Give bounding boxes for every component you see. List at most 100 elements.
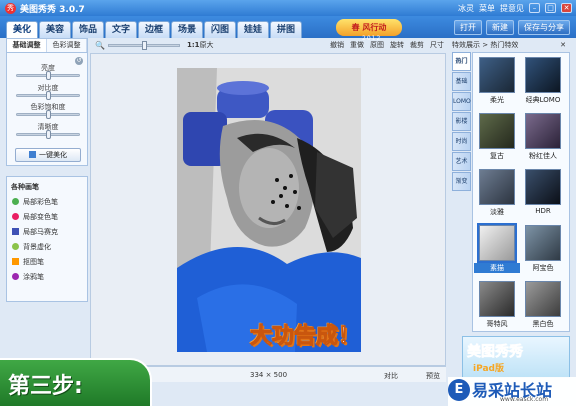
effect-thumbnail[interactable] bbox=[525, 281, 561, 317]
effect-thumbnail[interactable] bbox=[479, 113, 515, 149]
close-button[interactable]: ✕ bbox=[561, 3, 572, 13]
tool-buttons: 撤销 重做 原图 旋转 裁剪 尺寸 bbox=[330, 40, 446, 50]
tab-text[interactable]: 文字 bbox=[105, 21, 137, 38]
menu-link[interactable]: 菜单 bbox=[479, 3, 495, 14]
tab-scene[interactable]: 场景 bbox=[171, 21, 203, 38]
contrast-slider[interactable] bbox=[16, 91, 80, 100]
effect-label[interactable]: 淡雅 bbox=[474, 207, 520, 217]
photo-illustration bbox=[177, 68, 361, 352]
tab-flash[interactable]: 闪图 bbox=[204, 21, 236, 38]
effect-thumbnail[interactable] bbox=[525, 225, 561, 261]
pen-mosaic[interactable]: 局部马赛克 bbox=[7, 224, 87, 239]
category-hot[interactable]: 热门 bbox=[452, 52, 471, 71]
pen-background-blur[interactable]: 背景虚化 bbox=[7, 239, 87, 254]
category-basic[interactable]: 基础 bbox=[452, 72, 471, 91]
actual-size-ratio[interactable]: 1:1 bbox=[187, 41, 200, 49]
effect-thumbnail[interactable] bbox=[477, 223, 517, 263]
rotate-button[interactable]: 旋转 bbox=[390, 40, 404, 50]
pen-cutout[interactable]: 抠图笔 bbox=[7, 254, 87, 269]
feedback-link[interactable]: 提意见 bbox=[500, 3, 524, 14]
redo-button[interactable]: 重做 bbox=[350, 40, 364, 50]
effect-thumbnail[interactable] bbox=[479, 281, 515, 317]
close-effects-icon[interactable]: ✕ bbox=[560, 38, 566, 52]
app-window: 秀 美图秀秀 3.0.7 冰灵 菜单 提意见 – □ ✕ 美化 美容 饰品 文字… bbox=[0, 0, 576, 406]
ipad-ad-banner[interactable]: 美图秀秀 iPad版 bbox=[462, 336, 570, 378]
effect-label[interactable]: 经典LOMO bbox=[520, 95, 566, 105]
step-banner: 第三步: bbox=[0, 358, 152, 406]
tab-color-adjust[interactable]: 色彩调整 bbox=[47, 39, 87, 52]
app-logo-icon: 秀 bbox=[5, 2, 16, 14]
tab-basic-adjust[interactable]: 基础调整 bbox=[7, 39, 47, 52]
category-gradient[interactable]: 渐变 bbox=[452, 172, 471, 191]
tab-beautify[interactable]: 美化 bbox=[6, 21, 38, 38]
category-fashion[interactable]: 时尚 bbox=[452, 132, 471, 151]
open-button[interactable]: 打开 bbox=[454, 20, 482, 35]
effect-thumbnail[interactable] bbox=[525, 57, 561, 93]
save-share-button[interactable]: 保存与分享 bbox=[518, 20, 570, 35]
main-tabs: 美化 美容 饰品 文字 边框 场景 闪图 娃娃 拼图 春 风行动 2012 打开… bbox=[0, 16, 576, 42]
sharpness-knob[interactable] bbox=[46, 130, 51, 139]
crop-button[interactable]: 裁剪 bbox=[410, 40, 424, 50]
undo-button[interactable]: 撤销 bbox=[330, 40, 344, 50]
header-actions: 打开 新建 保存与分享 bbox=[454, 20, 570, 35]
step-banner-text: 第三步: bbox=[8, 374, 83, 399]
effect-label[interactable]: 黑白色 bbox=[520, 319, 566, 329]
compare-button[interactable]: 对比 bbox=[384, 371, 398, 381]
image-dimensions: 334 × 500 bbox=[250, 371, 288, 379]
blur-icon bbox=[12, 243, 19, 250]
title-bar: 秀 美图秀秀 3.0.7 冰灵 菜单 提意见 – □ ✕ bbox=[0, 0, 576, 16]
category-studio[interactable]: 影楼 bbox=[452, 112, 471, 131]
category-art[interactable]: 艺术 bbox=[452, 152, 471, 171]
effect-label[interactable]: 阿宝色 bbox=[520, 263, 566, 273]
effect-label[interactable]: 哥特风 bbox=[474, 319, 520, 329]
canvas-toolbar: 🔍 1:1 原大 撤销 重做 原图 旋转 裁剪 尺寸 bbox=[90, 38, 446, 52]
pen-label: 局部马赛克 bbox=[23, 227, 58, 236]
tab-collage[interactable]: 拼图 bbox=[270, 21, 302, 38]
edited-photo[interactable] bbox=[177, 68, 361, 352]
effect-thumbnail[interactable] bbox=[479, 57, 515, 93]
original-size-label[interactable]: 原大 bbox=[200, 40, 214, 50]
promo-badge[interactable]: 春 风行动 bbox=[336, 19, 402, 36]
pen-label: 背景虚化 bbox=[23, 242, 51, 251]
effect-label[interactable]: HDR bbox=[520, 207, 566, 215]
contrast-knob[interactable] bbox=[46, 91, 51, 100]
recolor-pen-icon bbox=[12, 213, 19, 220]
original-image-button[interactable]: 原图 bbox=[370, 40, 384, 50]
user-name[interactable]: 冰灵 bbox=[458, 3, 474, 14]
pen-label: 涂鸦笔 bbox=[23, 272, 44, 281]
effect-thumbnail[interactable] bbox=[525, 113, 561, 149]
resize-button[interactable]: 尺寸 bbox=[430, 40, 444, 50]
effect-thumbnail[interactable] bbox=[525, 169, 561, 205]
zoom-knob[interactable] bbox=[141, 40, 147, 50]
mosaic-icon bbox=[12, 228, 19, 235]
new-button[interactable]: 新建 bbox=[486, 20, 514, 35]
category-lomo[interactable]: LOMO bbox=[452, 92, 471, 111]
brightness-slider[interactable] bbox=[16, 71, 80, 80]
brightness-knob[interactable] bbox=[46, 71, 51, 80]
effect-label[interactable]: 素描 bbox=[474, 263, 520, 273]
pen-doodle[interactable]: 涂鸦笔 bbox=[7, 269, 87, 284]
pen-local-color[interactable]: 局部彩色笔 bbox=[7, 194, 87, 209]
preview-button[interactable]: 预览 bbox=[426, 371, 440, 381]
saturation-slider[interactable] bbox=[16, 110, 80, 119]
tab-beauty[interactable]: 美容 bbox=[39, 21, 71, 38]
tab-frame[interactable]: 边框 bbox=[138, 21, 170, 38]
pen-label: 局部彩色笔 bbox=[23, 197, 58, 206]
effect-thumbnail[interactable] bbox=[479, 169, 515, 205]
one-click-beautify-button[interactable]: 一键美化 bbox=[15, 148, 81, 162]
effect-label[interactable]: 柔光 bbox=[474, 95, 520, 105]
tab-accessories[interactable]: 饰品 bbox=[72, 21, 104, 38]
pen-label: 抠图笔 bbox=[23, 257, 44, 266]
magic-wand-icon bbox=[29, 151, 36, 158]
effect-label[interactable]: 粉红佳人 bbox=[520, 151, 566, 161]
effect-label[interactable]: 复古 bbox=[474, 151, 520, 161]
zoom-slider[interactable] bbox=[107, 40, 180, 50]
beautify-label: 一键美化 bbox=[39, 151, 67, 159]
saturation-knob[interactable] bbox=[46, 110, 51, 119]
pen-local-recolor[interactable]: 局部变色笔 bbox=[7, 209, 87, 224]
maximize-button[interactable]: □ bbox=[545, 3, 556, 13]
minimize-button[interactable]: – bbox=[529, 3, 540, 13]
effects-grid: 柔光 经典LOMO 复古 粉红佳人淡雅 HDR 素描 阿宝色哥特风 黑白色 bbox=[472, 52, 570, 332]
tab-doll[interactable]: 娃娃 bbox=[237, 21, 269, 38]
sharpness-slider[interactable] bbox=[16, 130, 80, 139]
